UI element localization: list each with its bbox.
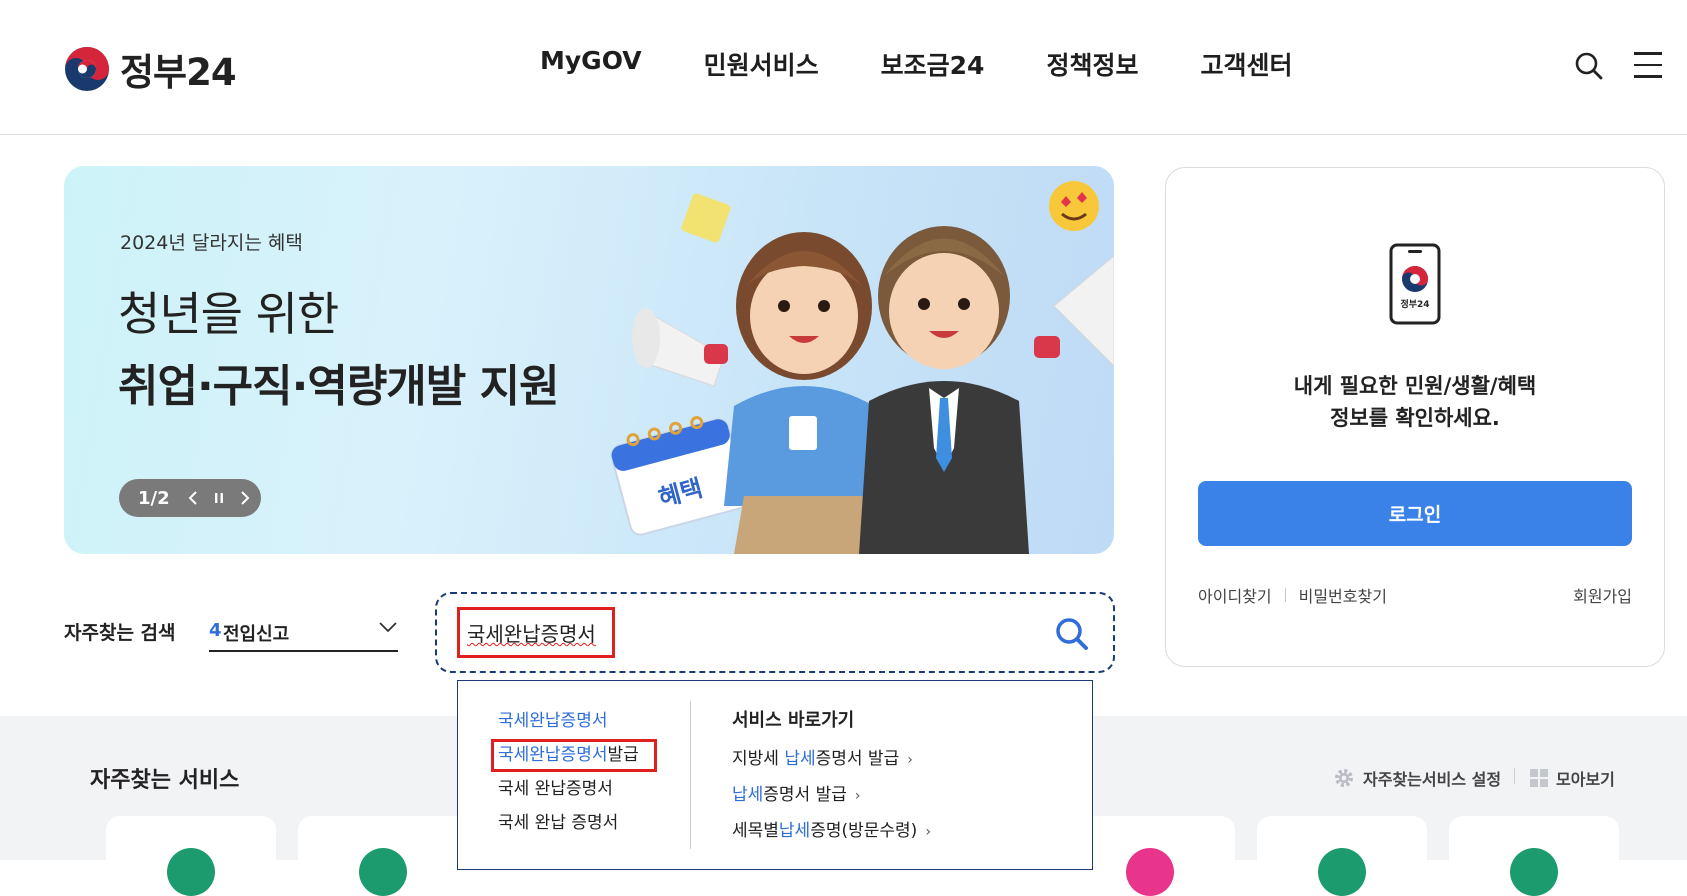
banner-pause-button[interactable]	[208, 487, 230, 509]
service-icon	[1126, 848, 1174, 896]
banner-title-line1: 청년을 위한	[118, 287, 339, 341]
mobile-id-phone-icon: 정부24	[1389, 243, 1441, 325]
main-banner[interactable]: 2024년 달라지는 혜택 청년을 위한 취업·구직·역량개발 지원 1/2 혜…	[64, 166, 1114, 554]
banner-next-button[interactable]	[234, 487, 256, 509]
service-icon	[167, 848, 215, 896]
search-box	[435, 592, 1115, 673]
gov24-logo[interactable]: 정부24	[64, 42, 237, 96]
service-icon	[1318, 848, 1366, 896]
banner-prev-button[interactable]	[182, 487, 204, 509]
find-id-link[interactable]: 아이디찾기	[1198, 583, 1272, 607]
chevron-right-icon: ›	[854, 788, 861, 804]
service-shortcut-link[interactable]: 지방세 납세증명서 발급 ›	[732, 741, 931, 777]
suggestion-item[interactable]: 국세 완납증명서	[498, 772, 639, 806]
login-help-links: 아이디찾기 비밀번호찾기	[1198, 583, 1387, 607]
suggestion-item[interactable]: 국세완납증명서	[498, 704, 639, 738]
service-card[interactable]	[1257, 816, 1427, 896]
nav-subsidy24[interactable]: 보조금24	[881, 46, 985, 82]
frequent-search-label: 자주찾는 검색	[64, 622, 176, 644]
service-card[interactable]	[1449, 816, 1619, 896]
phone-label: 정부24	[1400, 298, 1429, 310]
nav-policy-info[interactable]: 정책정보	[1046, 46, 1138, 82]
frequent-services-title: 자주찾는 서비스	[90, 768, 240, 793]
login-message-line1: 내게 필요한 민원/생활/혜택	[1293, 374, 1537, 398]
autocomplete-divider	[690, 701, 691, 849]
chevron-down-icon	[379, 622, 397, 633]
service-shortcut-link[interactable]: 납세증명서 발급 ›	[732, 777, 931, 813]
nav-civil-services[interactable]: 민원서비스	[704, 46, 819, 82]
service-shortcuts-title: 서비스 바로가기	[732, 710, 855, 731]
link-divider	[1284, 588, 1286, 602]
hamburger-menu-icon[interactable]	[1634, 52, 1662, 78]
banner-pager: 1/2	[119, 479, 261, 517]
frequent-search-rank: 4	[209, 620, 222, 641]
pause-icon	[214, 493, 223, 503]
login-button[interactable]: 로그인	[1198, 481, 1632, 546]
banner-eyebrow: 2024년 달라지는 혜택	[120, 232, 303, 254]
login-panel: 정부24 내게 필요한 민원/생활/혜택 정보를 확인하세요. 로그인 아이디찾…	[1165, 167, 1665, 667]
banner-page-indicator: 1/2	[138, 487, 170, 509]
service-shortcut-link[interactable]: 세목별납세증명(방문수령) ›	[732, 813, 931, 849]
autocomplete-dropdown: 국세완납증명서 국세완납증명서발급 국세 완납증명서 국세 완납 증명서 서비스…	[457, 680, 1093, 870]
search-input[interactable]	[457, 607, 615, 658]
services-view-all-label: 모아보기	[1556, 770, 1615, 789]
suggestion-item-selected[interactable]: 국세완납증명서발급	[491, 738, 657, 772]
logo-text: 정부24	[120, 51, 237, 94]
chevron-left-icon	[188, 491, 197, 505]
site-header: 정부24 MyGOV 민원서비스 보조금24 정책정보 고객센터	[0, 0, 1687, 135]
main-nav: MyGOV 민원서비스 보조금24 정책정보 고객센터	[540, 46, 1354, 82]
frequent-search-dropdown[interactable]: 4 전입신고	[209, 614, 398, 652]
find-password-link[interactable]: 비밀번호찾기	[1299, 583, 1387, 607]
service-card[interactable]	[106, 816, 276, 896]
banner-illustration: 혜택	[610, 181, 1114, 554]
chevron-right-icon	[240, 491, 250, 505]
services-divider	[1514, 768, 1515, 784]
search-icon[interactable]	[1574, 51, 1604, 81]
banner-title-line2: 취업·구직·역량개발 지원	[118, 361, 560, 412]
annotation-highlight-box	[491, 739, 657, 772]
service-icon	[359, 848, 407, 896]
service-icon	[1510, 848, 1558, 896]
service-shortcuts: 서비스 바로가기 지방세 납세증명서 발급 › 납세증명서 발급 › 세목별납세증명…	[732, 704, 931, 849]
services-view-all-button[interactable]: 모아보기	[1530, 766, 1615, 790]
signup-link[interactable]: 회원가입	[1573, 583, 1632, 607]
grid-icon	[1530, 769, 1548, 787]
chevron-right-icon: ›	[925, 824, 931, 840]
taegeuk-logo-icon	[65, 47, 109, 91]
suggestion-list: 국세완납증명서 국세완납증명서발급 국세 완납증명서 국세 완납 증명서	[491, 704, 657, 840]
login-message-line2: 정보를 확인하세요.	[1330, 406, 1500, 430]
gear-icon	[1335, 769, 1353, 787]
nav-customer-center[interactable]: 고객센터	[1200, 46, 1292, 82]
frequent-search-keyword: 전입신고	[223, 624, 290, 645]
suggestion-item[interactable]: 국세 완납 증명서	[498, 806, 639, 840]
services-settings-button[interactable]: 자주찾는서비스 설정	[1333, 766, 1501, 790]
nav-mygov[interactable]: MyGOV	[540, 46, 642, 82]
service-card[interactable]	[298, 816, 468, 896]
search-submit-icon[interactable]	[1054, 616, 1090, 652]
chevron-right-icon: ›	[907, 752, 913, 768]
services-settings-label: 자주찾는서비스 설정	[1363, 770, 1502, 789]
